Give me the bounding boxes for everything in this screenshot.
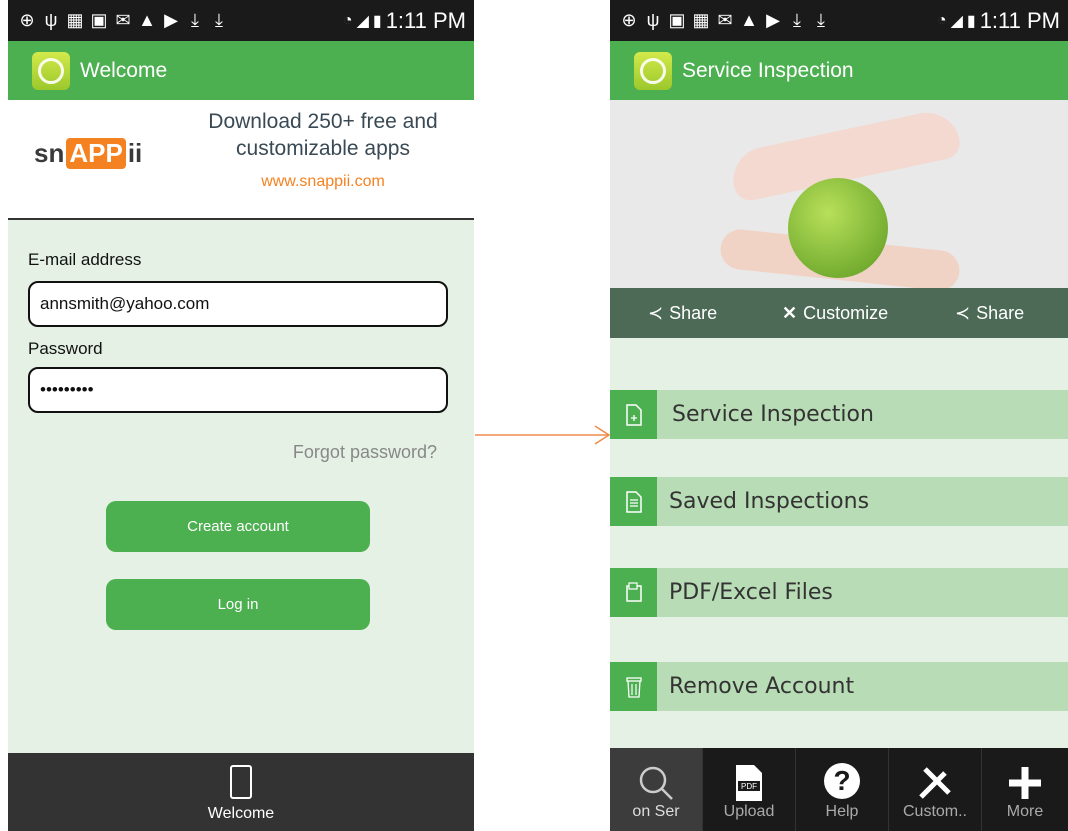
customize-button[interactable]: ✕ Customize [782,288,888,338]
share-button-right[interactable]: ≺ Share [955,288,1024,338]
help-icon: ? [824,763,860,799]
menu-item-label: PDF/Excel Files [669,580,833,605]
share-bar: ≺ Share ✕ Customize ≺ Share [610,288,1068,338]
mail-icon: ✉ [115,10,131,30]
bottom-nav-welcome[interactable]: Welcome [8,753,474,831]
logo-text-3: ii [127,138,143,168]
action-bar: Welcome [8,41,474,100]
apple-shape [788,178,888,278]
add-icon: ⊕ [19,10,35,30]
battery-icon: ▮ [372,12,382,30]
video-icon: ▶ [164,10,178,30]
warning-icon: ▲ [740,10,758,30]
customize-label: Customize [803,302,889,323]
service-inspection-screen: ⊕ ψ ▣ ▦ ✉ ▲ ▶ ⤓ ⤓ ◔ ◢ ▮ 1:11 PM Service … [610,0,1068,831]
pdf-upload-icon: PDF [736,765,762,801]
share-icon: ≺ [955,302,971,323]
video-icon: ▶ [766,10,780,30]
usb-icon: ψ [44,10,58,30]
app-logo-icon[interactable] [32,51,70,90]
status-bar: ⊕ ψ ▣ ▦ ✉ ▲ ▶ ⤓ ⤓ ◔ ◢ ▮ 1:11 PM [610,0,1068,41]
share-label: Share [976,302,1025,323]
login-button[interactable]: Log in [106,579,370,630]
battery-icon: ▮ [966,12,976,30]
menu-item-service-inspection[interactable]: Service Inspection [610,390,1068,439]
app-icon: ▦ [66,10,84,30]
forgot-password-link[interactable]: Forgot password? [293,442,437,463]
menu-item-pdf-excel-files[interactable]: PDF/Excel Files [610,568,1068,617]
create-account-button[interactable]: Create account [106,501,370,552]
pdf-file-icon [610,568,657,617]
email-field[interactable]: annsmith@yahoo.com [28,281,448,327]
signal-icon: ◢ [950,12,963,30]
password-label: Password [28,339,103,358]
snappii-logo: sn APP ii [34,138,142,169]
more-tab-label: More [1006,803,1044,820]
share-icon: ≺ [648,302,664,323]
welcome-screen: ⊕ ψ ▦ ▣ ✉ ▲ ▶ ⤓ ⤓ ◔ ◢ ▮ 1:11 PM Welcome … [8,0,474,831]
image-icon: ▣ [668,10,686,30]
usb-icon: ψ [646,10,660,30]
help-tab-label: Help [825,803,859,820]
banner-line-1: Download 250+ free and [208,110,438,133]
notification-icons: ⊕ ψ ▣ ▦ ✉ ▲ ▶ ⤓ ⤓ [610,10,830,31]
page-title: Service Inspection [682,58,854,82]
menu-item-label: Saved Inspections [669,489,870,514]
wifi-icon: ◔ [936,11,947,29]
bottom-nav-label: Welcome [207,805,275,822]
status-time: 1:11 PM [385,7,466,33]
upload-tab-label: Upload [723,803,775,820]
download-icon: ⤓ [215,10,223,30]
email-label: E-mail address [28,250,142,269]
logo-text-2: APP [66,138,126,169]
search-icon [639,766,673,800]
download-icon: ⤓ [191,10,199,30]
app-icon: ▦ [692,10,710,30]
customize-tab[interactable]: Custom.. [889,748,981,831]
mail-icon: ✉ [717,10,733,30]
search-tab-label: on Ser [632,803,680,820]
download-icon: ⤓ [817,10,825,30]
share-label: Share [669,302,718,323]
trash-icon [610,662,657,711]
banner-link[interactable]: www.snappii.com [188,173,458,191]
tools-icon: ✕ [782,302,798,323]
ad-banner[interactable]: sn APP ii Download 250+ free and customi… [8,100,474,220]
document-icon [610,477,657,526]
banner-line-2: customizable apps [236,137,410,160]
action-bar: Service Inspection [610,41,1068,100]
hero-image [610,100,1068,290]
menu-item-label: Remove Account [669,674,855,699]
page-title: Welcome [80,58,168,82]
notification-icons: ⊕ ψ ▦ ▣ ✉ ▲ ▶ ⤓ ⤓ [8,10,228,31]
app-logo-icon[interactable] [634,51,672,90]
phone-icon [230,765,252,799]
svg-text:PDF: PDF [741,782,757,791]
search-tab[interactable]: on Ser [610,748,702,831]
upload-tab[interactable]: PDF Upload [703,748,795,831]
tools-icon [919,767,951,799]
new-document-icon [610,390,657,439]
flow-arrow-icon [475,425,611,445]
warning-icon: ▲ [138,10,156,30]
download-icon: ⤓ [793,10,801,30]
add-icon: ⊕ [621,10,637,30]
signal-icon: ◢ [356,12,369,30]
customize-tab-label: Custom.. [902,803,967,820]
bottom-toolbar: on Ser PDF Upload ? Help Custom.. More [610,748,1068,831]
status-time: 1:11 PM [979,7,1060,33]
menu-item-remove-account[interactable]: Remove Account [610,662,1068,711]
logo-text-1: sn [34,138,65,168]
image-icon: ▣ [90,10,108,30]
menu-item-label: Service Inspection [672,402,874,427]
share-button-left[interactable]: ≺ Share [648,288,717,338]
more-tab[interactable]: More [982,748,1068,831]
status-bar: ⊕ ψ ▦ ▣ ✉ ▲ ▶ ⤓ ⤓ ◔ ◢ ▮ 1:11 PM [8,0,474,41]
menu-item-saved-inspections[interactable]: Saved Inspections [610,477,1068,526]
help-tab[interactable]: ? Help [796,748,888,831]
plus-icon [1009,767,1041,799]
password-field[interactable]: ••••••••• [28,367,448,413]
wifi-icon: ◔ [342,11,353,29]
